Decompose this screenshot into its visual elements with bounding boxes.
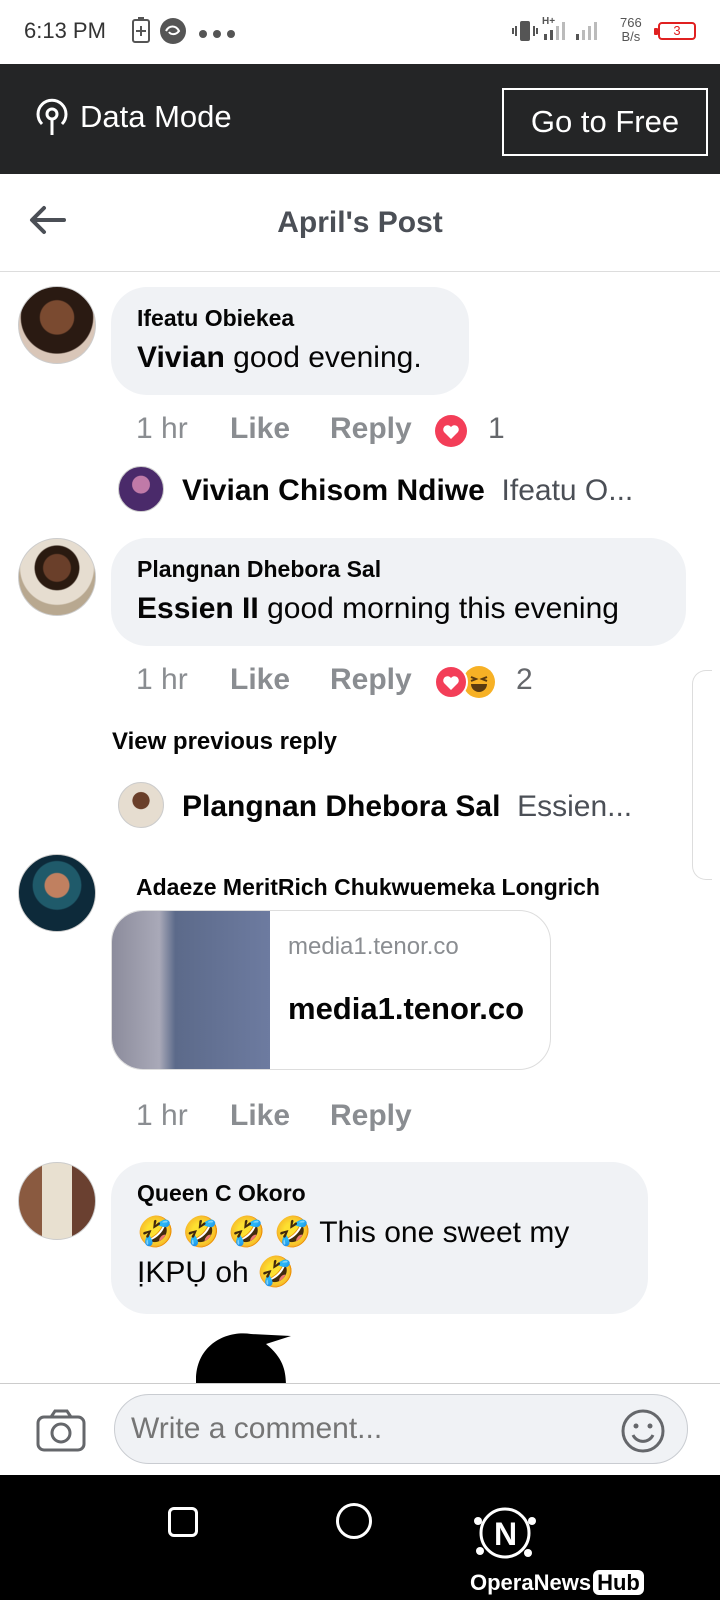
link-title: media1.tenor.co [288,991,525,1026]
reaction-count: 1 [488,412,505,445]
avatar[interactable] [118,466,164,512]
home-button[interactable] [336,1503,372,1539]
data-mode-bar: Data Mode Go to Free [0,64,720,174]
comment-text: Essien II good morning this evening [137,592,619,625]
side-scroll-handle[interactable] [692,670,712,880]
reply-button[interactable]: Reply [330,1099,412,1133]
reply-preview[interactable]: Plangnan Dhebora Sal Essien... [182,790,632,824]
comment-time: 1 hr [136,412,188,445]
partial-sticker-image [196,1330,296,1383]
comment-author[interactable]: Plangnan Dhebora Sal [137,556,660,583]
data-mode-label: Data Mode [80,99,232,134]
comment-time: 1 hr [136,663,188,696]
camera-icon[interactable] [36,1408,86,1457]
emoji-icon[interactable] [620,1408,666,1459]
signal-icon: H+ [542,14,602,49]
comment-author[interactable]: Queen C Okoro [137,1180,622,1207]
comment-bubble: Ifeatu Obiekea Vivian good evening. [111,287,469,395]
avatar[interactable] [18,538,96,616]
comment-bubble: Plangnan Dhebora Sal Essien II good morn… [111,538,686,646]
view-previous-reply-link[interactable]: View previous reply [112,728,337,756]
page-header: April's Post [0,174,720,272]
love-reaction-icon[interactable] [434,665,468,707]
mention[interactable]: Essien II [137,592,259,625]
like-button[interactable]: Like [230,663,290,697]
link-thumbnail [112,911,270,1069]
vibrate-icon [512,18,538,49]
comment-text: 🤣 🤣 🤣 🤣 This one sweet my ỊKPỤ oh 🤣 [137,1216,570,1289]
avatar[interactable] [18,286,96,364]
comment-time: 1 hr [136,1099,188,1132]
love-reaction-icon[interactable] [434,414,468,456]
comment-author[interactable]: Ifeatu Obiekea [137,305,443,332]
status-time: 6:13 PM [24,18,106,43]
svg-text:N: N [494,1516,517,1552]
reply-button[interactable]: Reply [330,663,412,697]
comment-author[interactable]: Adaeze MeritRich Chukwuemeka Longrich [136,874,600,901]
reaction-count: 2 [516,663,533,696]
avatar[interactable] [118,782,164,828]
recent-apps-button[interactable] [168,1507,198,1537]
app-notification-icon [158,16,188,51]
like-button[interactable]: Like [230,412,290,446]
more-notifications-icon [198,26,238,44]
page-title: April's Post [277,206,443,239]
link-preview-card[interactable]: media1.tenor.co media1.tenor.co [111,910,551,1070]
comment-input[interactable] [114,1394,688,1464]
mention[interactable]: Vivian [137,341,225,374]
like-button[interactable]: Like [230,1099,290,1133]
broadcast-icon [34,98,70,143]
go-to-free-button[interactable]: Go to Free [502,88,708,156]
avatar[interactable] [18,1162,96,1240]
network-speed: 766 B/s [620,15,642,44]
reply-button[interactable]: Reply [330,412,412,446]
comment-actions: 1 hr Like Reply 1 [136,412,696,452]
svg-text:H+: H+ [542,16,555,27]
watermark-logo-icon: N [470,1503,540,1569]
comment-actions: 1 hr Like Reply [136,1099,696,1139]
comment-bubble: Queen C Okoro 🤣 🤣 🤣 🤣 This one sweet my … [111,1162,648,1314]
comment-composer [0,1383,720,1475]
system-nav-bar: N OperaNews Hub [0,1475,720,1600]
battery-icon: 3 [654,22,696,40]
comment-actions: 1 hr Like Reply 2 [136,663,696,703]
reply-preview[interactable]: Vivian Chisom Ndiwe Ifeatu O... [182,474,633,508]
watermark: N OperaNews Hub [470,1503,720,1596]
status-bar: 6:13 PM H+ 766 B/s 3 [0,0,720,64]
comment-text: Vivian good evening. [137,341,422,374]
avatar[interactable] [18,854,96,932]
link-domain: media1.tenor.co [288,933,459,960]
battery-saver-icon [130,16,152,51]
